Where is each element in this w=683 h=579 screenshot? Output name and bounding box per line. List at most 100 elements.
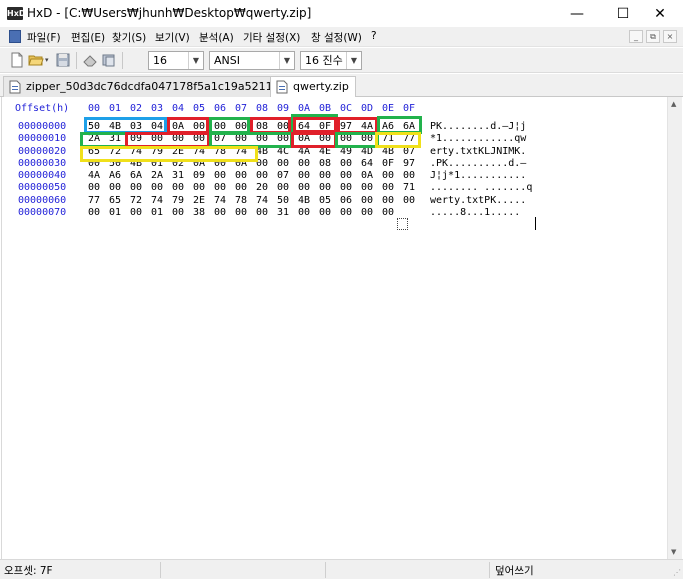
hex-byte[interactable]: 79 xyxy=(151,146,163,158)
hex-byte[interactable]: 00 xyxy=(403,195,415,207)
hex-byte[interactable]: 01 xyxy=(151,207,163,219)
hex-byte[interactable]: 64 xyxy=(298,121,310,133)
hex-byte[interactable]: A6 xyxy=(382,121,394,133)
hex-byte[interactable]: 00 xyxy=(256,133,268,145)
hex-byte[interactable]: 07 xyxy=(214,133,226,145)
hex-byte[interactable]: 65 xyxy=(88,146,100,158)
hex-byte[interactable]: 00 xyxy=(193,182,205,194)
hex-byte[interactable]: 00 xyxy=(256,207,268,219)
hex-byte[interactable]: 00 xyxy=(277,133,289,145)
hex-byte[interactable]: 50 xyxy=(88,121,100,133)
hex-byte[interactable]: 31 xyxy=(277,207,289,219)
hex-byte[interactable]: 4A xyxy=(361,121,373,133)
hex-byte[interactable]: 00 xyxy=(88,182,100,194)
hex-byte[interactable]: 4C xyxy=(277,146,289,158)
hex-byte[interactable]: 4B xyxy=(109,121,121,133)
charset-select[interactable]: ANSI ▼ xyxy=(209,51,295,70)
disk-tools-icon[interactable] xyxy=(101,52,117,68)
hex-byte[interactable]: 2E xyxy=(172,146,184,158)
hex-byte[interactable]: 00 xyxy=(277,121,289,133)
ascii-text[interactable]: .....8...1..... xyxy=(430,207,520,219)
ascii-text[interactable]: PK........d.—J¦j xyxy=(430,121,526,133)
ascii-text[interactable]: *1............qw xyxy=(430,133,526,145)
hex-byte[interactable]: 74 xyxy=(214,195,226,207)
hex-byte[interactable]: 49 xyxy=(340,146,352,158)
hex-byte[interactable]: 74 xyxy=(193,146,205,158)
scroll-down-icon[interactable]: ▼ xyxy=(671,548,676,556)
hex-byte[interactable]: 00 xyxy=(298,170,310,182)
hex-byte[interactable]: 07 xyxy=(277,170,289,182)
hex-byte[interactable]: 08 xyxy=(319,158,331,170)
hex-byte[interactable]: 06 xyxy=(340,195,352,207)
hex-byte[interactable]: 00 xyxy=(172,207,184,219)
hex-byte[interactable]: 04 xyxy=(151,121,163,133)
hex-byte[interactable]: 00 xyxy=(193,133,205,145)
hex-byte[interactable]: 74 xyxy=(130,146,142,158)
hex-byte[interactable]: 6A xyxy=(130,170,142,182)
offset-base-select[interactable]: 16 진수 ▼ xyxy=(300,51,362,70)
minimize-button[interactable]: — xyxy=(554,0,600,27)
hex-byte[interactable]: 09 xyxy=(193,170,205,182)
hex-byte[interactable]: 00 xyxy=(130,207,142,219)
hex-byte[interactable]: 2A xyxy=(88,133,100,145)
hex-byte[interactable]: 64 xyxy=(361,158,373,170)
menu-extras[interactable]: 기타 설정(X) xyxy=(243,30,300,45)
eraser-icon[interactable] xyxy=(82,52,98,68)
scroll-up-icon[interactable]: ▲ xyxy=(671,100,676,108)
open-dropdown-icon[interactable]: ▾ xyxy=(45,56,49,64)
hex-byte[interactable]: 09 xyxy=(130,133,142,145)
hex-byte[interactable]: 97 xyxy=(403,158,415,170)
hex-byte[interactable]: 00 xyxy=(340,207,352,219)
tab-zipper-file[interactable]: zipper_50d3dc76dcdfa047178f5a1c19a52118.… xyxy=(3,76,306,97)
menu-search[interactable]: 찾기(S) xyxy=(112,30,146,45)
hex-byte[interactable]: 4E xyxy=(319,146,331,158)
hex-byte[interactable]: 50 xyxy=(277,195,289,207)
hex-byte[interactable]: 0F xyxy=(319,121,331,133)
close-button[interactable]: ✕ xyxy=(637,0,683,27)
tab-qwerty-file[interactable]: qwerty.zip xyxy=(270,76,356,98)
hex-byte[interactable]: 00 xyxy=(298,182,310,194)
menu-view[interactable]: 보기(V) xyxy=(155,30,190,45)
hex-byte[interactable]: 00 xyxy=(193,121,205,133)
hex-byte[interactable]: 00 xyxy=(151,182,163,194)
hex-byte[interactable]: 00 xyxy=(235,170,247,182)
hex-byte[interactable]: 00 xyxy=(130,182,142,194)
hex-byte[interactable]: 00 xyxy=(277,182,289,194)
ascii-text[interactable]: erty.txtKLJNIMK. xyxy=(430,146,526,158)
mdi-restore-button[interactable]: ⧉ xyxy=(646,30,660,43)
hex-byte[interactable]: 02 xyxy=(172,158,184,170)
hex-byte[interactable]: 00 xyxy=(340,182,352,194)
hex-byte[interactable]: 2E xyxy=(193,195,205,207)
hex-byte[interactable]: 00 xyxy=(88,158,100,170)
hex-byte[interactable]: 4A xyxy=(88,170,100,182)
hex-byte[interactable]: 20 xyxy=(256,182,268,194)
hex-byte[interactable]: 2A xyxy=(151,170,163,182)
hex-byte[interactable]: 77 xyxy=(88,195,100,207)
hex-byte[interactable]: 71 xyxy=(403,182,415,194)
hex-byte[interactable]: 00 xyxy=(361,133,373,145)
hex-byte[interactable]: 00 xyxy=(256,158,268,170)
menu-window[interactable]: 창 설정(W) xyxy=(311,30,362,45)
hex-byte[interactable]: 00 xyxy=(361,182,373,194)
bytes-per-row-select[interactable]: 16 ▼ xyxy=(148,51,204,70)
hex-byte[interactable]: 01 xyxy=(151,158,163,170)
menu-edit[interactable]: 편집(E) xyxy=(71,30,105,45)
hex-byte[interactable]: 78 xyxy=(214,146,226,158)
hex-byte[interactable]: 71 xyxy=(382,133,394,145)
save-icon[interactable] xyxy=(55,52,71,68)
hex-byte[interactable]: 0A xyxy=(193,158,205,170)
hex-byte[interactable]: 31 xyxy=(109,133,121,145)
hex-byte[interactable]: 00 xyxy=(340,170,352,182)
hex-byte[interactable]: 00 xyxy=(214,182,226,194)
hex-byte[interactable]: 0A xyxy=(235,158,247,170)
hex-byte[interactable]: 07 xyxy=(403,146,415,158)
hex-byte[interactable]: 00 xyxy=(382,182,394,194)
hex-byte[interactable]: 00 xyxy=(361,207,373,219)
hex-byte[interactable]: 00 xyxy=(88,207,100,219)
hex-byte[interactable]: 00 xyxy=(382,170,394,182)
hex-byte[interactable]: 0A xyxy=(172,121,184,133)
hex-byte[interactable]: 50 xyxy=(109,158,121,170)
hex-byte[interactable]: 65 xyxy=(109,195,121,207)
hex-byte[interactable]: 00 xyxy=(172,133,184,145)
hex-byte[interactable]: 00 xyxy=(319,207,331,219)
